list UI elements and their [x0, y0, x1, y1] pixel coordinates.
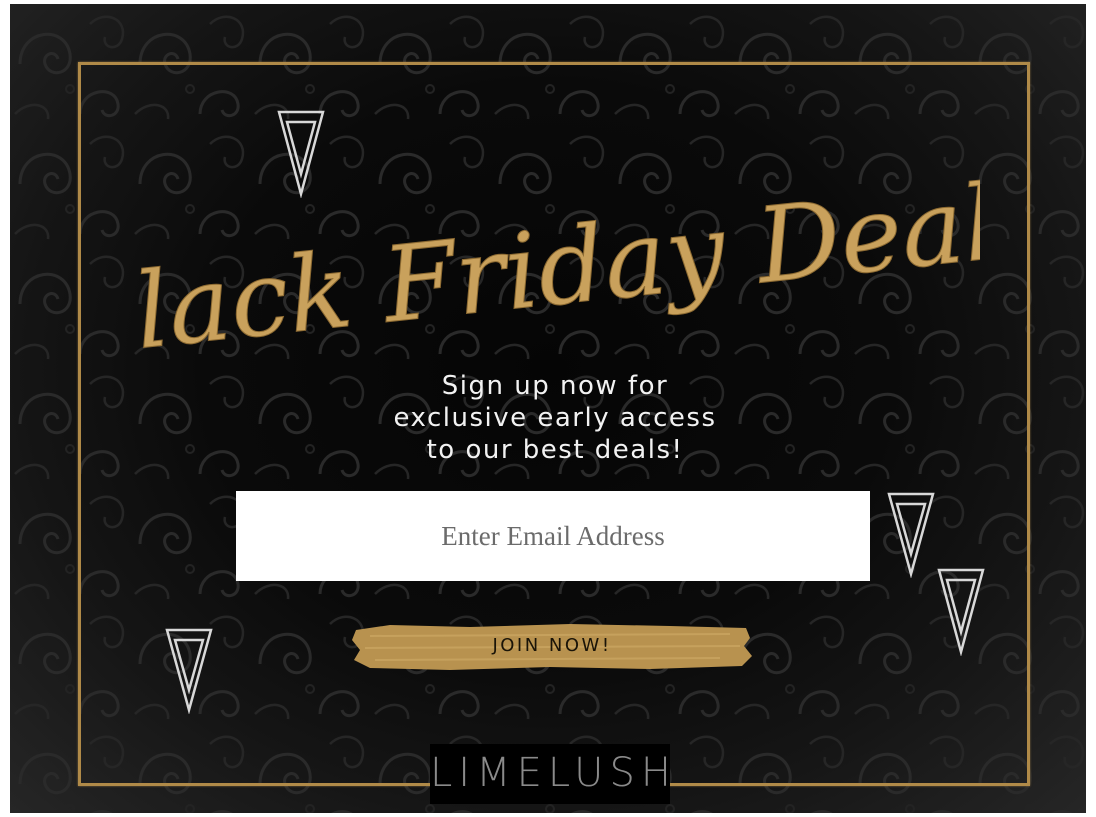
triangle-icon: [887, 492, 935, 578]
subtext-line-3: to our best deals!: [426, 435, 684, 465]
signup-subtext: Sign up now for exclusive early access t…: [300, 370, 810, 466]
triangle-icon: [165, 628, 213, 714]
subtext-line-1: Sign up now for: [441, 371, 669, 401]
signup-popup: Black Friday Deals Sign up now for exclu…: [10, 4, 1086, 813]
headline: Black Friday Deals: [130, 155, 980, 382]
triangle-icon: [277, 110, 325, 198]
headline-text: Black Friday Deals: [130, 155, 980, 381]
brand-logo: LIMELUSH: [430, 744, 677, 804]
join-now-button[interactable]: JOIN NOW!: [350, 616, 754, 676]
join-now-label: JOIN NOW!: [492, 635, 612, 656]
subtext-line-2: exclusive early access: [393, 403, 717, 433]
email-input[interactable]: [236, 491, 870, 581]
triangle-icon: [937, 568, 985, 656]
brand-logo-text: LIMELUSH: [430, 750, 677, 796]
